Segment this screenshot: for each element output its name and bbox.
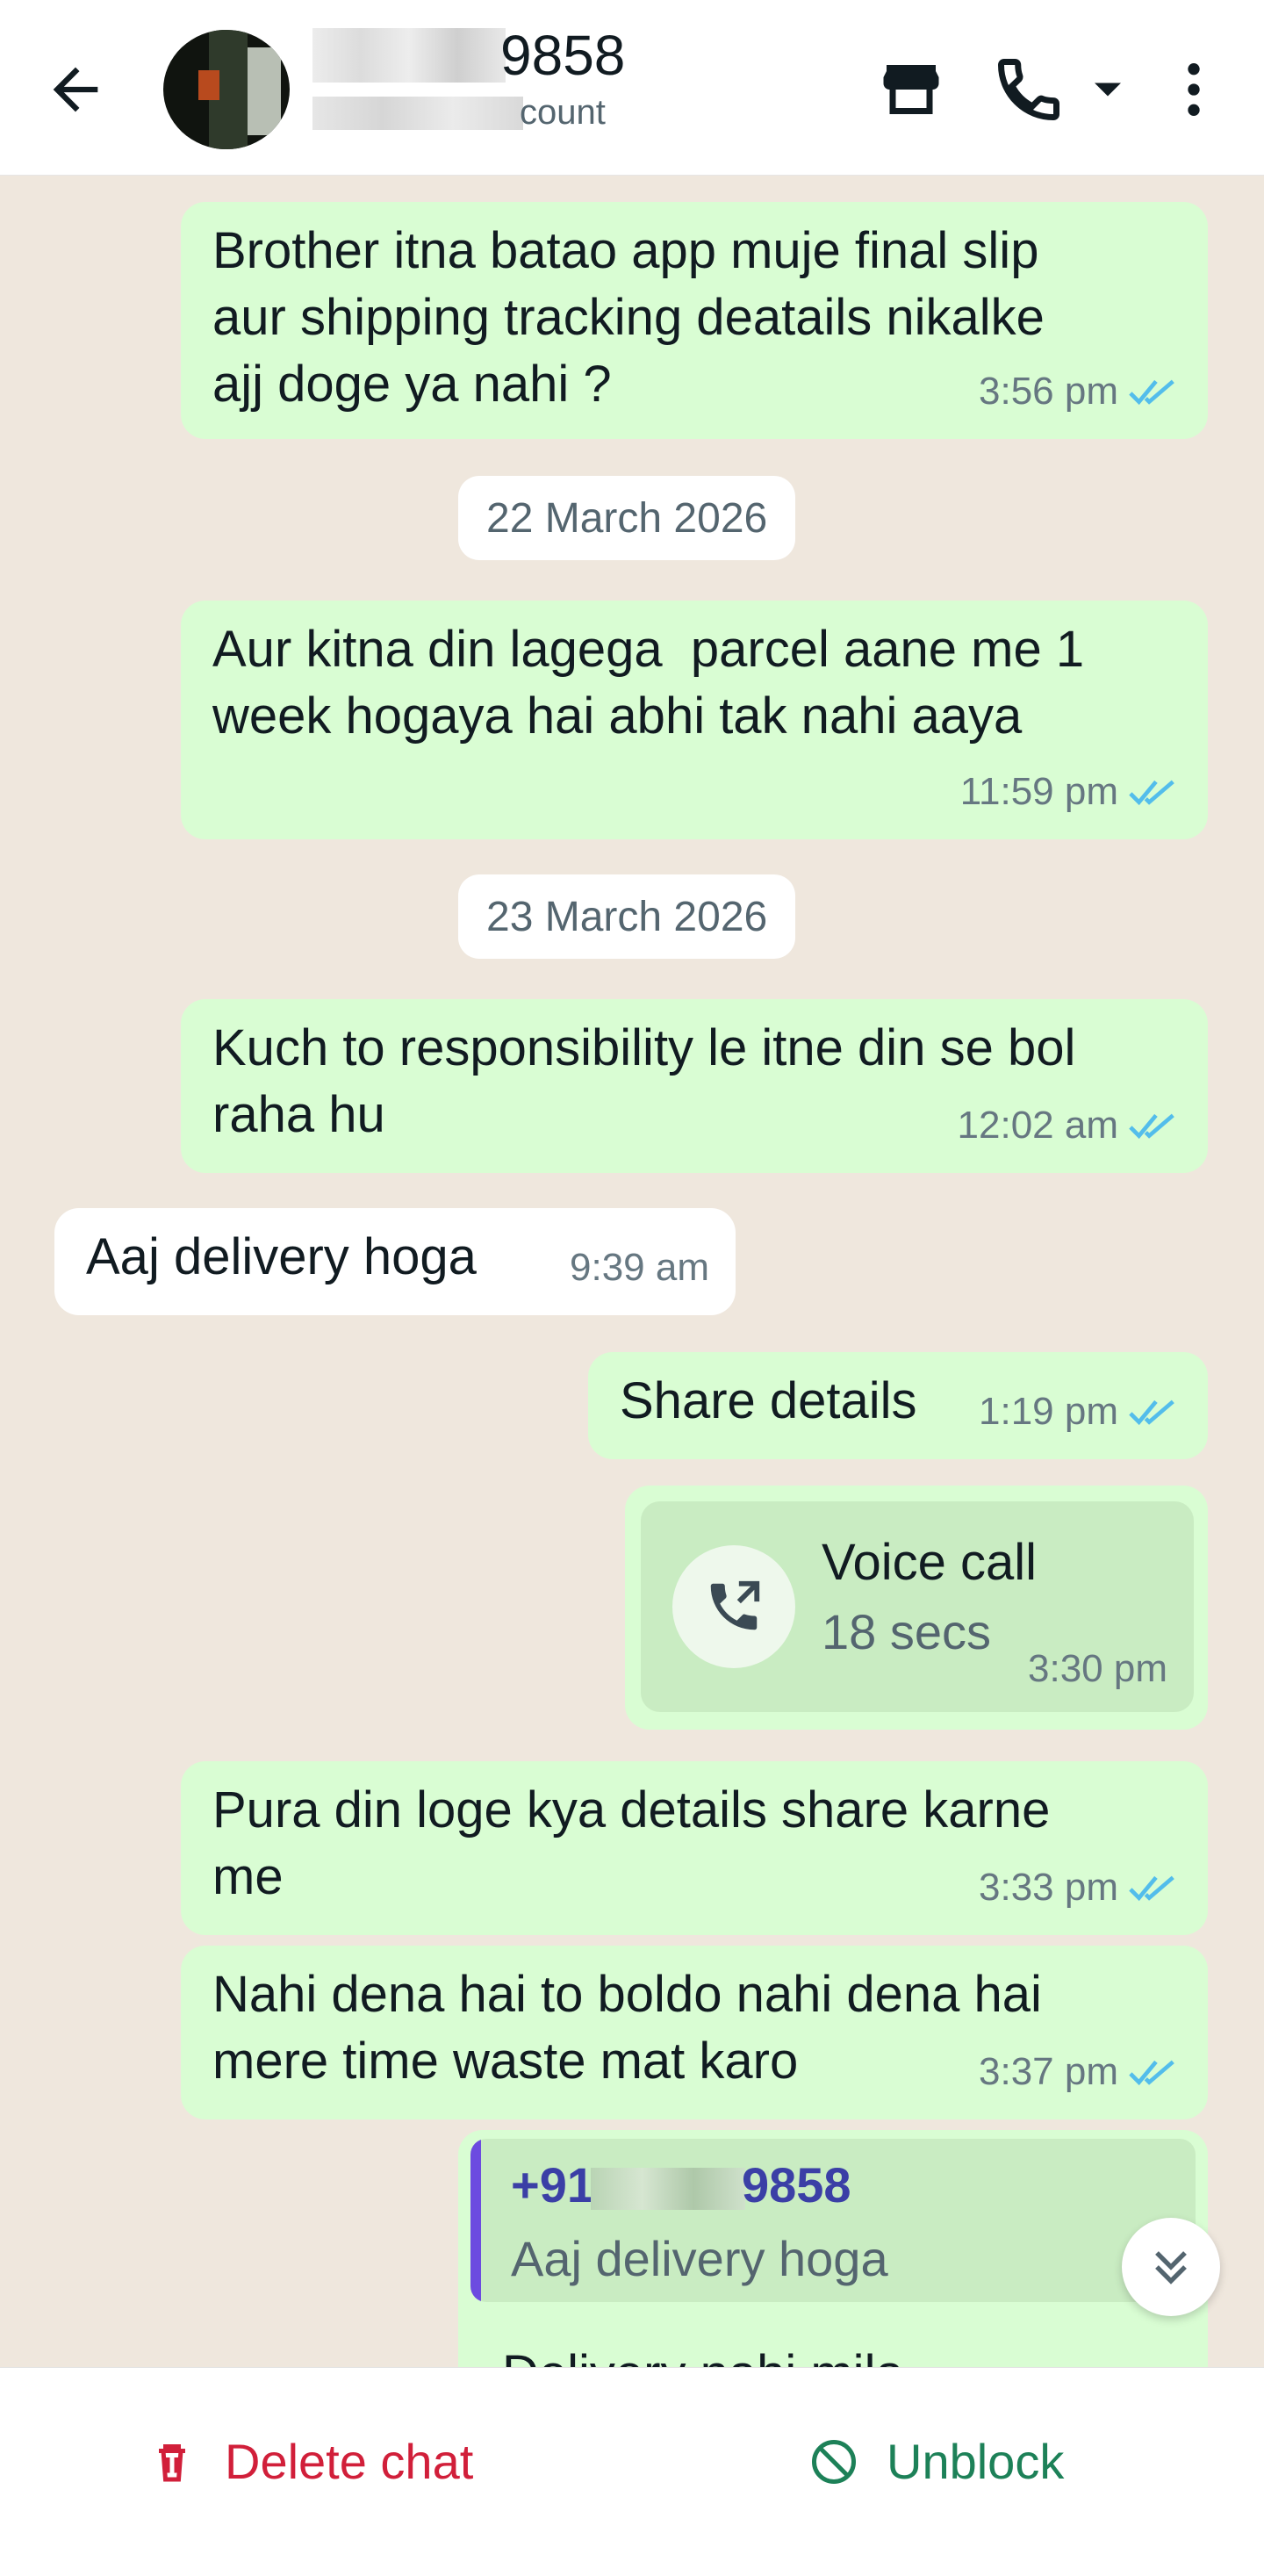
message-line: week hogaya hai abhi tak nahi aaya: [212, 687, 1023, 745]
dropdown-caret-icon[interactable]: [1081, 53, 1134, 126]
unblock-button[interactable]: Unblock: [808, 2433, 1064, 2490]
message-line: Aur kitna din lagega parcel aane me 1: [212, 621, 1085, 678]
contact-number-suffix: 9858: [500, 24, 626, 87]
quoted-text: Aaj delivery hoga: [511, 2231, 888, 2286]
redacted-subtitle: [312, 96, 523, 130]
trash-icon: [159, 2443, 185, 2481]
message-line: Delivery nahi mila: [502, 2341, 904, 2367]
unblock-label: Unblock: [887, 2434, 1065, 2489]
message-time: 11:59 pm: [959, 770, 1118, 813]
outgoing-message[interactable]: Share details 1:19 pm: [588, 1352, 1208, 1459]
read-ticks-icon: [1129, 780, 1174, 806]
outgoing-call-icon: [672, 1545, 795, 1668]
outgoing-message[interactable]: Brother itna batao app muje final slip a…: [181, 202, 1208, 439]
outgoing-message[interactable]: Aur kitna din lagega parcel aane me 1 we…: [181, 601, 1208, 839]
message-time: 3:30 pm: [1028, 1647, 1167, 1690]
block-icon: [812, 2439, 856, 2484]
call-duration: 18 secs: [822, 1604, 991, 1659]
contact-subtitle: count: [520, 93, 606, 132]
message-time: 9:39 am: [570, 1246, 709, 1289]
message-line: Pura din loge kya details share karne: [212, 1781, 1051, 1838]
read-ticks-icon: [1129, 2060, 1174, 2086]
call-title: Voice call: [822, 1534, 1038, 1591]
blocked-contact-bar: Delete chat Unblock: [0, 2367, 1264, 2576]
redacted-name: [312, 28, 506, 83]
avatar[interactable]: [163, 30, 290, 149]
delete-chat-button[interactable]: Delete chat: [146, 2433, 473, 2490]
quoted-message[interactable]: +91 9858 Aaj delivery hoga: [470, 2139, 1196, 2302]
date-chip: 23 March 2026: [458, 874, 796, 959]
chat-messages[interactable]: Brother itna batao app muje final slip a…: [0, 176, 1264, 2367]
message-time: 12:02 am: [957, 1104, 1118, 1147]
read-ticks-icon: [1129, 379, 1174, 406]
message-line: Kuch to responsibility le itne din se bo…: [212, 1019, 1076, 1076]
double-chevron-down-icon: [1155, 2251, 1187, 2285]
message-line: Brother itna batao app muje final slip: [212, 222, 1039, 279]
read-ticks-icon: [1129, 1400, 1174, 1426]
more-vert-icon[interactable]: [1159, 53, 1229, 126]
message-time: 1:19 pm: [979, 1390, 1118, 1433]
outgoing-message[interactable]: Pura din loge kya details share karne me…: [181, 1761, 1208, 1935]
message-time: 8:23 pm: [979, 2349, 1118, 2367]
store-icon[interactable]: [874, 53, 948, 126]
incoming-message[interactable]: Aaj delivery hoga 9:39 am: [54, 1208, 736, 1315]
message-line: Aaj delivery hoga: [86, 1228, 477, 1285]
outgoing-message[interactable]: Nahi dena hai to boldo nahi dena hai mer…: [181, 1946, 1208, 2119]
chat-header: 9858 count: [0, 0, 1264, 176]
read-ticks-icon: [1129, 1875, 1174, 1902]
read-ticks-icon: [1129, 1113, 1174, 1140]
message-line: Nahi dena hai to boldo nahi dena hai: [212, 1966, 1042, 2023]
delete-chat-label: Delete chat: [225, 2434, 474, 2489]
back-arrow-icon[interactable]: [42, 56, 109, 123]
date-chip: 22 March 2026: [458, 476, 796, 560]
message-line: Share details: [620, 1372, 917, 1429]
scroll-down-button[interactable]: [1122, 2218, 1220, 2316]
quoted-sender: +91 9858: [511, 2157, 851, 2213]
voice-call-card[interactable]: Voice call 18 secs 3:30 pm: [641, 1501, 1194, 1712]
message-time: 3:56 pm: [979, 370, 1118, 413]
message-time: 3:33 pm: [979, 1866, 1118, 1909]
contact-title[interactable]: 9858 count: [312, 23, 751, 133]
message-line: aur shipping tracking deatails nikalke: [212, 289, 1045, 346]
outgoing-message[interactable]: Kuch to responsibility le itne din se bo…: [181, 999, 1208, 1173]
phone-icon[interactable]: [992, 53, 1066, 126]
message-time: 3:37 pm: [979, 2050, 1118, 2093]
